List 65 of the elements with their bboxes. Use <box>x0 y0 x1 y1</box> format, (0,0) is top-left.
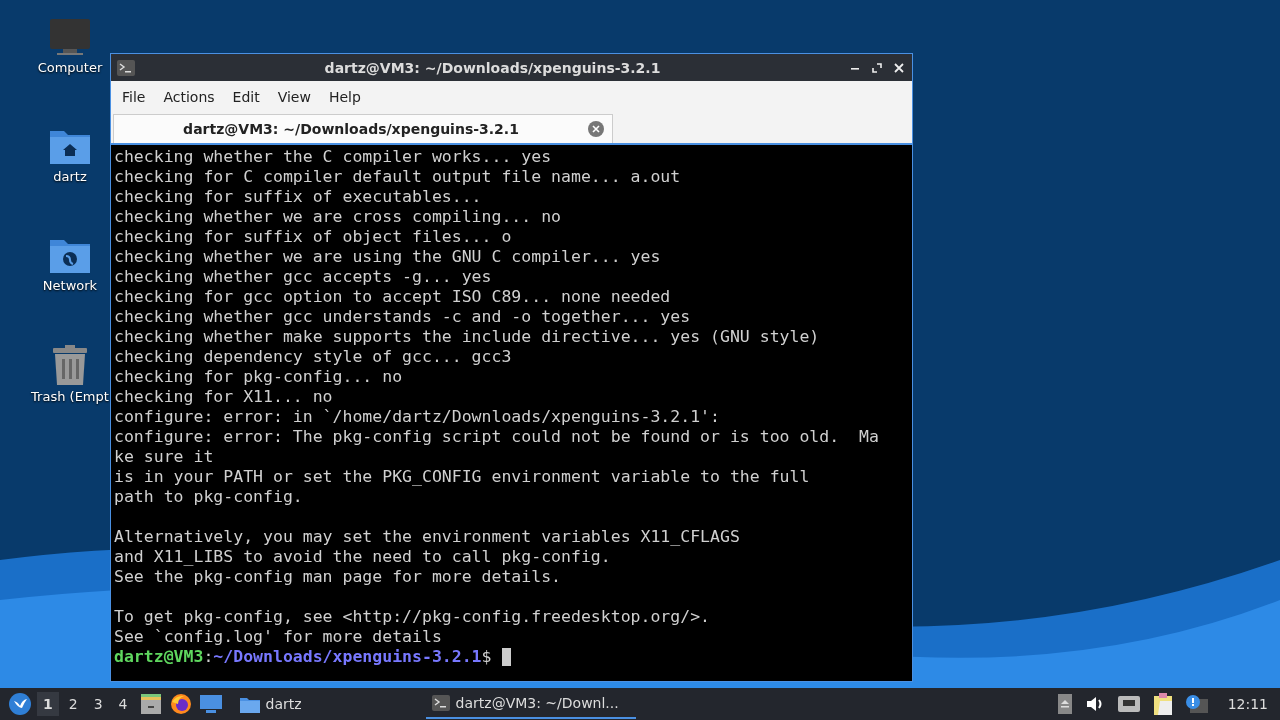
terminal-line: To get pkg-config, see <http://pkg-config.freedesktop.org/>. <box>114 607 712 627</box>
fox-globe-icon[interactable] <box>169 693 192 715</box>
monitor-icon[interactable] <box>49 18 91 56</box>
window-title: dartz@VM3: ~/Downloads/xpenguins-3.2.1 <box>323 59 662 76</box>
workspace-button[interactable]: 3 <box>87 692 109 716</box>
prompt-path: ~/Downloads/xpenguins-3.2.1 <box>213 647 482 667</box>
terminal-line: checking for suffix of executables... <box>114 187 483 207</box>
terminal-line: checking dependency style of gcc... gcc3 <box>114 347 513 367</box>
terminal-line: configure: error: in `/home/dartz/Downloads/xpenguins-3.2.1': <box>114 407 721 427</box>
terminal-line: checking whether we are cross compiling... no <box>114 207 563 227</box>
terminal-line: checking whether gcc understands -c and -o together... yes <box>114 307 692 327</box>
task-button[interactable]: dartz@VM3: ~/Downl... <box>425 689 636 719</box>
terminal-line: checking whether gcc accepts -g... yes <box>114 267 493 287</box>
terminal-line: ke sure it <box>114 447 215 467</box>
terminal-line: configure: error: The pkg-config script could not be found or is too old. Ma <box>114 427 880 447</box>
terminal-line: See the pkg-config man page for more details. <box>114 567 563 587</box>
terminal-line: checking whether we are using the GNU C compiler... yes <box>114 247 662 267</box>
desktop-icon-label[interactable]: Trash (Empt <box>31 389 109 404</box>
text-cursor <box>501 648 511 666</box>
folder-button[interactable]: dartz <box>235 693 306 715</box>
menu-item[interactable]: Help <box>321 84 368 109</box>
folder-label: dartz <box>265 696 302 712</box>
prompt-user: dartz@VM3 <box>114 647 204 667</box>
terminal-line: Alternatively, you may set the environment variables X11_CFLAGS <box>114 527 741 547</box>
workspace-button[interactable]: 2 <box>62 692 84 716</box>
menu-item[interactable]: File <box>115 84 153 109</box>
terminal-line: checking whether the C compiler works... yes <box>114 147 553 167</box>
terminal-line: checking for pkg-config... no <box>114 367 404 387</box>
workspace-button[interactable]: 4 <box>112 692 134 716</box>
prompt-separator: : <box>203 647 214 667</box>
terminal-icon <box>117 59 135 76</box>
notification-icon[interactable] <box>1185 695 1208 713</box>
desktop-icon-label[interactable]: Computer <box>37 60 103 75</box>
terminal-line: See `config.log' for more details <box>114 627 443 647</box>
terminal-line: path to pkg-config. <box>114 487 304 507</box>
ethernet-icon[interactable] <box>1117 696 1140 712</box>
task-label: dartz@VM3: ~/Downl... <box>455 695 619 711</box>
menu-item[interactable]: Actions <box>156 84 222 109</box>
terminal-line: checking for X11... no <box>114 387 334 407</box>
menu-item[interactable]: Edit <box>225 84 267 109</box>
close-tab-icon[interactable] <box>588 121 604 137</box>
terminal-line: checking for gcc option to accept ISO C89... none needed <box>114 287 672 307</box>
file-cabinet-icon[interactable] <box>139 694 162 714</box>
trash-icon[interactable] <box>52 345 88 385</box>
desktop-icon-label[interactable]: Network <box>42 278 98 293</box>
terminal-icon <box>431 695 450 711</box>
terminal-line: is in your PATH or set the PKG_CONFIG environment variable to the full <box>114 467 811 487</box>
close-icon[interactable] <box>894 62 904 73</box>
terminal-line: and X11_LIBS to avoid the need to call pkg-config. <box>114 547 612 567</box>
terminal-line: checking for C compiler default output file name... a.out <box>114 167 682 187</box>
restore-icon[interactable] <box>872 62 882 73</box>
terminal-line: checking whether make supports the include directive... yes (GNU style) <box>114 327 821 347</box>
menu-item[interactable]: View <box>270 84 318 109</box>
eject-icon[interactable] <box>1057 694 1072 714</box>
prompt-symbol: $ <box>481 647 492 667</box>
clock[interactable]: 12:11 <box>1227 696 1268 712</box>
folder-icon <box>239 695 260 713</box>
clipboard-icon[interactable] <box>1153 693 1172 715</box>
desktop-icon-label[interactable]: dartz <box>53 169 87 184</box>
volume-icon[interactable] <box>1085 696 1104 712</box>
terminal-line: checking for suffix of object files... o <box>114 227 513 247</box>
workspace-button[interactable]: 1 <box>37 692 59 716</box>
desktop-icon[interactable] <box>199 695 222 713</box>
terminal-tab[interactable]: dartz@VM3: ~/Downloads/xpenguins-3.2.1 <box>113 114 613 143</box>
tab-title: dartz@VM3: ~/Downloads/xpenguins-3.2.1 <box>182 121 520 137</box>
